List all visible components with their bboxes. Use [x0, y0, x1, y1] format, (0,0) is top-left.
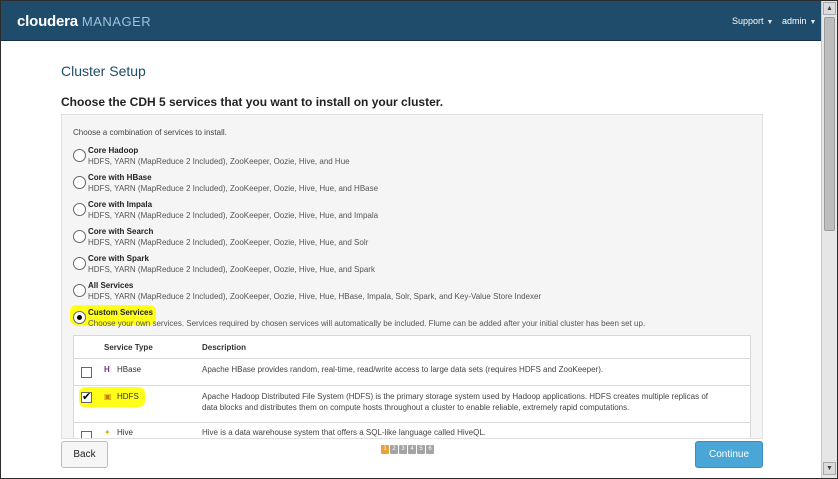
page-scrollbar[interactable]: ▲ ▼ — [821, 1, 837, 478]
browser-window: cloudera MANAGER Support ▼ admin ▼ ▲ ▼ Clus… — [0, 0, 838, 479]
hdfs-checkbox[interactable] — [81, 390, 92, 403]
scroll-down-icon[interactable]: ▼ — [823, 462, 836, 475]
service-name: Hive — [117, 428, 134, 437]
option-label: Core with HBase — [88, 173, 152, 182]
wizard-step-current[interactable]: 1 — [381, 445, 389, 454]
hdfs-icon: ▣ — [104, 392, 112, 401]
chevron-down-icon: ▼ — [809, 19, 817, 26]
hive-checkbox[interactable] — [81, 431, 92, 438]
option-description: HDFS, YARN (MapReduce 2 Included), ZooKe… — [88, 238, 369, 247]
service-name: HBase — [117, 365, 142, 374]
radio-button-selected[interactable] — [73, 311, 86, 324]
option-description: HDFS, YARN (MapReduce 2 Included), ZooKe… — [88, 157, 350, 166]
option-core-with-impala[interactable]: Core with Impala HDFS, YARN (MapReduce 2… — [73, 200, 753, 226]
option-label: Core with Spark — [88, 254, 149, 263]
back-button[interactable]: Back — [61, 441, 108, 468]
logo-brand: cloudera — [17, 13, 78, 30]
wizard-step[interactable]: 5 — [417, 445, 425, 454]
radio-button[interactable] — [73, 257, 86, 270]
cloudera-manager-logo[interactable]: cloudera MANAGER — [17, 13, 151, 30]
top-navbar: cloudera MANAGER Support ▼ admin ▼ — [1, 1, 821, 41]
support-menu[interactable]: Support ▼ — [732, 16, 773, 26]
service-description-continued: data blocks and distributes them on comp… — [202, 403, 630, 412]
row-divider — [74, 422, 750, 423]
service-name: HDFS — [117, 392, 139, 401]
option-core-with-spark[interactable]: Core with Spark HDFS, YARN (MapReduce 2 … — [73, 254, 753, 280]
hbase-icon: H — [104, 365, 110, 374]
service-description: Hive is a data warehouse system that off… — [202, 428, 486, 437]
logo-product: MANAGER — [81, 14, 152, 29]
option-label: Core with Impala — [88, 200, 153, 209]
radio-button[interactable] — [73, 203, 86, 216]
wizard-step[interactable]: 6 — [426, 445, 434, 454]
option-description: HDFS, YARN (MapReduce 2 Included), ZooKe… — [88, 211, 379, 220]
option-label: Custom Services — [88, 308, 153, 317]
column-header-service-type[interactable]: Service Type — [104, 343, 153, 352]
option-label: All Services — [88, 281, 134, 290]
option-custom-services[interactable]: Custom Services Choose your own services… — [70, 305, 753, 334]
page-title: Cluster Setup — [61, 63, 146, 79]
scroll-up-icon[interactable]: ▲ — [823, 2, 836, 15]
services-table: Service Type Description H HBase Apache … — [73, 335, 751, 438]
service-combination-panel: Choose a combination of services to inst… — [61, 114, 763, 439]
service-description: Apache HBase provides random, real-time,… — [202, 365, 604, 374]
option-description: HDFS, YARN (MapReduce 2 Included), ZooKe… — [88, 184, 379, 193]
admin-label: admin — [782, 16, 807, 26]
option-description: HDFS, YARN (MapReduce 2 Included), ZooKe… — [88, 265, 375, 274]
wizard-step[interactable]: 3 — [399, 445, 407, 454]
row-divider — [74, 358, 750, 359]
hbase-checkbox[interactable] — [81, 367, 92, 378]
service-description: Apache Hadoop Distributed File System (H… — [202, 392, 708, 401]
option-core-hadoop[interactable]: Core Hadoop HDFS, YARN (MapReduce 2 Incl… — [73, 146, 753, 172]
column-header-description[interactable]: Description — [202, 343, 246, 352]
support-label: Support — [732, 16, 764, 26]
wizard-step[interactable]: 4 — [408, 445, 416, 454]
option-description: HDFS, YARN (MapReduce 2 Included), ZooKe… — [88, 292, 542, 301]
option-description: Choose your own services. Services requi… — [88, 319, 646, 328]
wizard-step-indicator: 123456 — [381, 445, 435, 455]
radio-button[interactable] — [73, 230, 86, 243]
continue-button[interactable]: Continue — [695, 441, 763, 468]
chevron-down-icon: ▼ — [766, 19, 774, 26]
option-label: Core Hadoop — [88, 146, 139, 155]
radio-button[interactable] — [73, 176, 86, 189]
row-divider — [74, 385, 750, 386]
radio-button[interactable] — [73, 149, 86, 162]
page-heading: Choose the CDH 5 services that you want … — [61, 95, 444, 109]
option-core-with-hbase[interactable]: Core with HBase HDFS, YARN (MapReduce 2 … — [73, 173, 753, 199]
panel-intro: Choose a combination of services to inst… — [73, 128, 227, 137]
radio-button[interactable] — [73, 284, 86, 297]
admin-menu[interactable]: admin ▼ — [782, 16, 816, 26]
option-core-with-search[interactable]: Core with Search HDFS, YARN (MapReduce 2… — [73, 227, 753, 253]
wizard-step[interactable]: 2 — [390, 445, 398, 454]
scrollbar-thumb[interactable] — [824, 17, 835, 231]
hive-icon: ✦ — [104, 428, 111, 437]
option-all-services[interactable]: All Services HDFS, YARN (MapReduce 2 Inc… — [73, 281, 753, 307]
option-label: Core with Search — [88, 227, 154, 236]
